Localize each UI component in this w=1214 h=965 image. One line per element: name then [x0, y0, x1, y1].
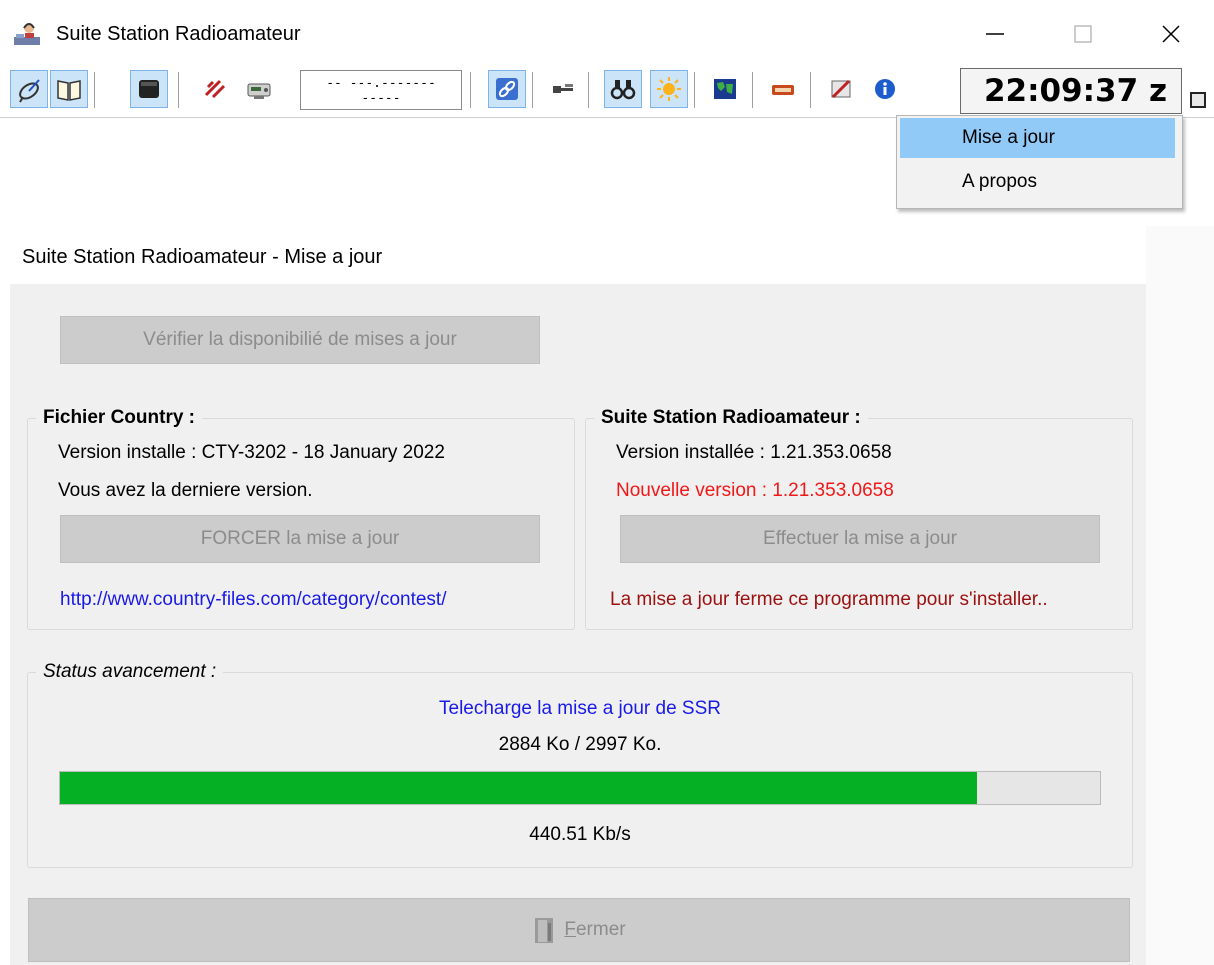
background-window-edge	[1145, 226, 1214, 965]
toolbar-button-dx[interactable]	[764, 70, 802, 108]
window-title: Suite Station Radioamateur	[56, 23, 301, 45]
title-bar: Suite Station Radioamateur	[0, 0, 1214, 64]
cable-icon	[553, 84, 573, 93]
satellite-dish-icon	[19, 79, 40, 103]
download-progress-fill	[60, 772, 978, 804]
world-map-icon	[714, 79, 736, 99]
country-version-text: Version installe : CTY-3202 - 18 January…	[58, 442, 445, 463]
toolbar-button-logbook[interactable]	[50, 70, 88, 108]
door-exit-icon	[535, 918, 554, 943]
frequency-display: -- ---.------- -----	[300, 70, 462, 110]
frequency-line-1: -- ---.-------	[326, 76, 436, 91]
minimize-button[interactable]	[964, 14, 1026, 54]
toolbar-button-cable[interactable]	[544, 70, 582, 108]
close-button-label: Fermer	[564, 919, 626, 940]
minimize-icon	[986, 33, 1004, 35]
status-group-legend: Status avancement :	[36, 659, 224, 685]
ssr-new-version: Nouvelle version : 1.21.353.0658	[616, 480, 894, 501]
toolbar-button-satellite[interactable]	[10, 70, 48, 108]
country-files-link[interactable]: http://www.country-files.com/category/co…	[60, 587, 447, 613]
dialog-title: Suite Station Radioamateur - Mise a jour	[22, 246, 383, 268]
terminal-icon	[139, 80, 159, 98]
dialog-title-bar: Suite Station Radioamateur - Mise a jour	[10, 226, 1146, 284]
toolbar-button-search[interactable]	[604, 70, 642, 108]
maximize-button[interactable]	[1052, 14, 1114, 54]
maximize-icon	[1074, 25, 1092, 43]
radio-operator-icon	[12, 20, 42, 48]
toolbar-button-link[interactable]	[488, 70, 526, 108]
download-size-text: 2884 Ko / 2997 Ko.	[498, 734, 662, 755]
ssr-installed-version: Version installée : 1.21.353.0658	[616, 442, 892, 463]
toolbar-separator	[588, 72, 589, 108]
toolbar-button-tools[interactable]	[822, 70, 860, 108]
perform-update-button[interactable]: Effectuer la mise a jour	[620, 515, 1100, 563]
ssr-group-legend: Suite Station Radioamateur :	[594, 405, 868, 431]
toolbar-separator	[694, 72, 695, 108]
toolbar-button-terminal[interactable]	[130, 70, 168, 108]
toolbar-separator	[810, 72, 811, 108]
download-progress-bar	[59, 771, 1101, 805]
country-group-legend: Fichier Country :	[36, 405, 203, 431]
force-update-button[interactable]: FORCER la mise a jour	[60, 515, 540, 563]
close-window-button[interactable]	[1140, 14, 1202, 54]
help-menu: Mise a jour A propos	[896, 115, 1183, 209]
check-updates-button[interactable]: Vérifier la disponibilié de mises a jour	[60, 316, 540, 364]
download-speed-text: 440.51 Kb/s	[529, 824, 631, 845]
binoculars-icon	[610, 80, 636, 100]
frequency-line-2: -----	[361, 91, 401, 106]
toolbar-separator	[94, 72, 95, 108]
radio-icon	[247, 83, 271, 99]
toolbar: -- ---.------- ----- 22:09:37 z	[0, 64, 1214, 118]
country-status-text: Vous avez la derniere version.	[58, 480, 313, 501]
sun-icon	[657, 77, 681, 101]
toolbar-separator	[178, 72, 179, 108]
status-message: Telecharge la mise a jour de SSR	[439, 698, 721, 719]
toolbar-separator	[470, 72, 471, 108]
toolbar-separator	[752, 72, 753, 108]
toolbar-button-info[interactable]	[866, 70, 904, 108]
close-dialog-button[interactable]: Fermer	[28, 898, 1130, 962]
ssr-warning-text: La mise a jour ferme ce programme pour s…	[610, 589, 1048, 610]
update-dialog: Suite Station Radioamateur - Mise a jour…	[10, 226, 1146, 965]
lightning-icon	[204, 79, 226, 99]
toolbar-button-lightning[interactable]	[196, 70, 234, 108]
chain-link-icon	[496, 78, 518, 100]
toolbar-button-map[interactable]	[706, 70, 744, 108]
utc-clock: 22:09:37 z	[960, 68, 1182, 114]
book-icon	[57, 80, 81, 101]
tools-icon	[831, 79, 851, 99]
menu-item-update[interactable]: Mise a jour	[900, 118, 1175, 158]
toolbar-button-propagation[interactable]	[650, 70, 688, 108]
clock-restore-button[interactable]	[1190, 92, 1206, 108]
close-icon	[1162, 25, 1180, 43]
toolbar-button-radio[interactable]	[240, 70, 278, 108]
dx-spots-icon	[772, 85, 794, 95]
main-window: Suite Station Radioamateur -- ---.------…	[0, 0, 1214, 118]
info-icon	[875, 79, 895, 99]
toolbar-separator	[532, 72, 533, 108]
menu-item-about[interactable]: A propos	[900, 162, 1175, 202]
